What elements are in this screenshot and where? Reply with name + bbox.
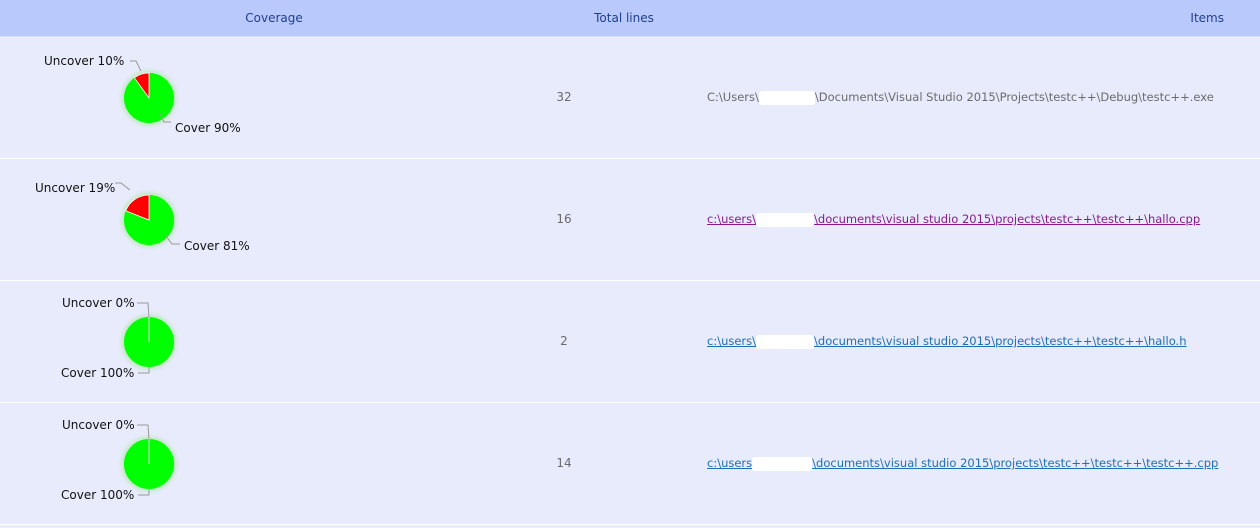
path-prefix: C:\Users\: [707, 90, 759, 104]
path-suffix: \Documents\Visual Studio 2015\Projects\t…: [814, 90, 1214, 104]
item-link[interactable]: c:\users\ \documents\visual studio 2015\p…: [707, 281, 1186, 402]
header-coverage[interactable]: Coverage: [0, 0, 548, 36]
coverage-pie-cell: Uncover 0% Cover 100%: [0, 403, 548, 524]
path-suffix: \documents\visual studio 2015\projects\t…: [812, 456, 1219, 470]
path-prefix: c:\users\: [707, 212, 757, 226]
item-link[interactable]: c:\users \documents\visual studio 2015\pr…: [707, 403, 1218, 524]
header-items[interactable]: Items: [1190, 0, 1224, 36]
total-lines-value: 16: [556, 212, 572, 226]
path-suffix: \documents\visual studio 2015\projects\t…: [814, 212, 1201, 226]
cover-label: Cover 90%: [175, 121, 241, 135]
redacted-username: [756, 334, 815, 349]
table-row: Uncover 10% Cover 90% 32 C:\Users\ \Docum…: [0, 37, 1260, 159]
header-total-lines[interactable]: Total lines: [548, 0, 700, 36]
item-path: C:\Users\ \Documents\Visual Studio 2015\P…: [707, 37, 1214, 158]
item-link[interactable]: c:\users\ \documents\visual studio 2015\p…: [707, 159, 1200, 280]
total-lines-value: 32: [556, 90, 572, 104]
uncover-leader-line: [115, 182, 131, 191]
uncover-label: Uncover 0%: [62, 418, 135, 432]
table-row: Uncover 0% Cover 100% 2 c:\users\ \docume…: [0, 281, 1260, 403]
uncover-leader-line: [130, 60, 142, 72]
redacted-username: [758, 90, 815, 105]
total-lines-value: 2: [560, 334, 568, 348]
redacted-username: [752, 456, 813, 471]
uncover-label: Uncover 10%: [44, 54, 125, 68]
cover-label: Cover 100%: [61, 366, 135, 380]
coverage-pie-cell: Uncover 0% Cover 100%: [0, 281, 548, 402]
uncover-label: Uncover 0%: [62, 296, 135, 310]
total-lines-value: 14: [556, 456, 572, 470]
table-row: Uncover 19% Cover 81% 16 c:\users\ \docum…: [0, 159, 1260, 281]
table-header: Coverage Total lines Items: [0, 0, 1260, 37]
coverage-table: Coverage Total lines Items Uncover 10% C…: [0, 0, 1260, 525]
uncover-label: Uncover 19%: [35, 181, 116, 195]
uncover-leader-line: [137, 302, 150, 318]
coverage-pie-cell: Uncover 19% Cover 81%: [0, 159, 548, 280]
coverage-pie-chart: [115, 182, 180, 247]
path-prefix: c:\users: [707, 456, 753, 470]
cover-label: Cover 100%: [61, 488, 135, 502]
cover-label: Cover 81%: [184, 239, 250, 253]
path-prefix: c:\users\: [707, 334, 757, 348]
uncover-leader-line: [137, 424, 150, 440]
redacted-username: [756, 212, 815, 227]
table-row: Uncover 0% Cover 100% 14 c:\users \docume…: [0, 403, 1260, 525]
path-suffix: \documents\visual studio 2015\projects\t…: [814, 334, 1187, 348]
coverage-pie-cell: Uncover 10% Cover 90%: [0, 37, 548, 158]
